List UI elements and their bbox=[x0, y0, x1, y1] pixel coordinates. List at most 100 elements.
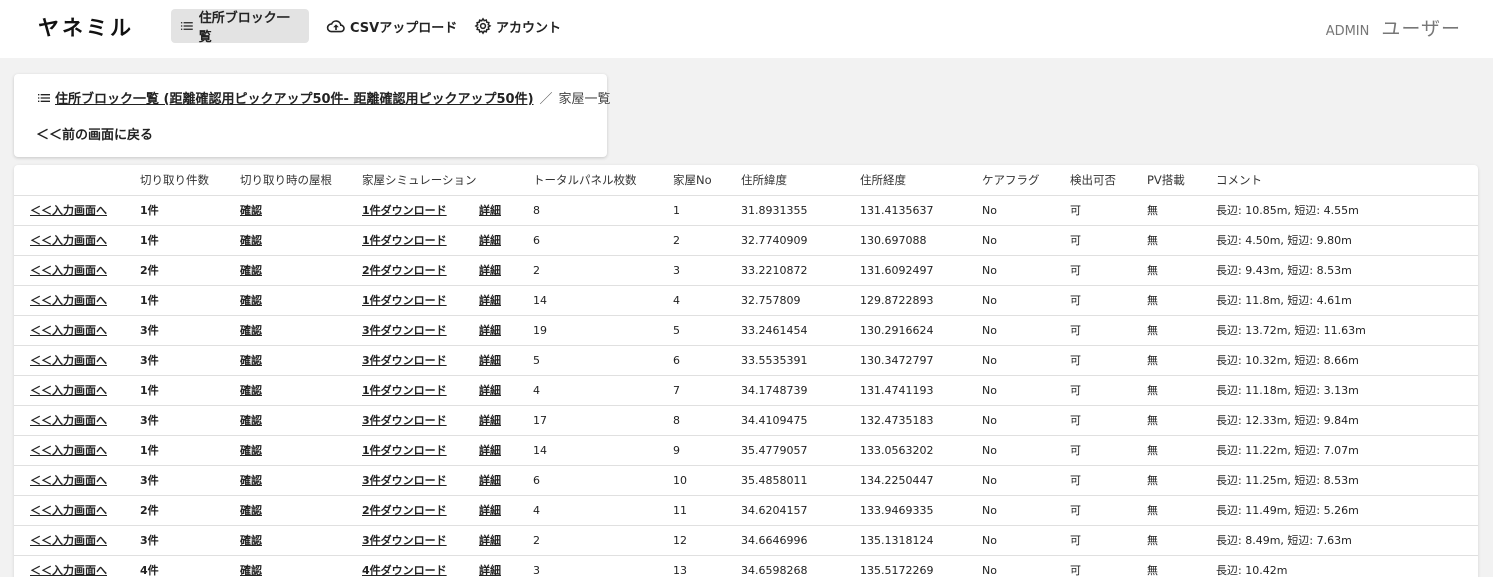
cut-count: 1件 bbox=[140, 234, 159, 247]
input-screen-link[interactable]: ＜＜入力画面へ bbox=[30, 264, 107, 277]
roof-confirm-link[interactable]: 確認 bbox=[240, 264, 262, 277]
download-link[interactable]: 1件ダウンロード bbox=[362, 234, 447, 247]
cell-detectable: 可 bbox=[1070, 285, 1147, 316]
cell-input-screen-link: ＜＜入力画面へ bbox=[14, 435, 140, 466]
care-flag: No bbox=[982, 473, 997, 487]
cell-house-no: 3 bbox=[673, 255, 741, 286]
table-row: ＜＜入力画面へ 3件 確認 3件ダウンロード 詳細 19 5 33.2461454 130.29… bbox=[14, 315, 1478, 346]
cell-latitude: 34.1748739 bbox=[741, 375, 860, 406]
detail-link[interactable]: 詳細 bbox=[479, 354, 501, 367]
cell-detectable: 可 bbox=[1070, 255, 1147, 286]
download-link[interactable]: 3件ダウンロード bbox=[362, 474, 447, 487]
detail-link[interactable]: 詳細 bbox=[479, 534, 501, 547]
detail-link[interactable]: 詳細 bbox=[479, 564, 501, 577]
house-no: 9 bbox=[673, 443, 680, 457]
download-link[interactable]: 3件ダウンロード bbox=[362, 534, 447, 547]
roof-confirm-link[interactable]: 確認 bbox=[240, 564, 262, 577]
detail-link[interactable]: 詳細 bbox=[479, 294, 501, 307]
comment: 長辺: 10.32m, 短辺: 8.66m bbox=[1216, 354, 1359, 367]
detail-link[interactable]: 詳細 bbox=[479, 264, 501, 277]
nav-account[interactable]: アカウント bbox=[466, 9, 569, 43]
detail-link[interactable]: 詳細 bbox=[479, 474, 501, 487]
cell-total-panels: 4 bbox=[533, 495, 673, 526]
longitude: 130.697088 bbox=[860, 233, 927, 247]
download-link[interactable]: 2件ダウンロード bbox=[362, 504, 447, 517]
download-link[interactable]: 1件ダウンロード bbox=[362, 204, 447, 217]
cell-longitude: 130.3472797 bbox=[860, 345, 982, 376]
cell-roof-confirm-link: 確認 bbox=[240, 255, 362, 286]
download-link[interactable]: 3件ダウンロード bbox=[362, 414, 447, 427]
cell-comment: 長辺: 10.85m, 短辺: 4.55m bbox=[1216, 195, 1478, 226]
download-link[interactable]: 1件ダウンロード bbox=[362, 294, 447, 307]
detail-link[interactable]: 詳細 bbox=[479, 414, 501, 427]
longitude: 135.5172269 bbox=[860, 563, 934, 577]
cell-input-screen-link: ＜＜入力画面へ bbox=[14, 525, 140, 556]
input-screen-link[interactable]: ＜＜入力画面へ bbox=[30, 564, 107, 577]
input-screen-link[interactable]: ＜＜入力画面へ bbox=[30, 474, 107, 487]
detail-link[interactable]: 詳細 bbox=[479, 324, 501, 337]
col-header-house-no: 家屋No bbox=[673, 165, 741, 196]
input-screen-link[interactable]: ＜＜入力画面へ bbox=[30, 234, 107, 247]
roof-confirm-link[interactable]: 確認 bbox=[240, 354, 262, 367]
roof-confirm-link[interactable]: 確認 bbox=[240, 534, 262, 547]
download-link[interactable]: 3件ダウンロード bbox=[362, 354, 447, 367]
cell-longitude: 133.9469335 bbox=[860, 495, 982, 526]
input-screen-link[interactable]: ＜＜入力画面へ bbox=[30, 444, 107, 457]
download-link[interactable]: 1件ダウンロード bbox=[362, 384, 447, 397]
roof-confirm-link[interactable]: 確認 bbox=[240, 474, 262, 487]
col-header-total-panels: トータルパネル枚数 bbox=[533, 165, 673, 196]
app-logo[interactable]: ヤネミル bbox=[38, 12, 134, 42]
detail-link[interactable]: 詳細 bbox=[479, 444, 501, 457]
longitude: 131.4741193 bbox=[860, 383, 934, 397]
nav-address-blocks[interactable]: 住所ブロック一覧 bbox=[171, 9, 309, 45]
cell-latitude: 33.2210872 bbox=[741, 255, 860, 286]
roof-confirm-link[interactable]: 確認 bbox=[240, 384, 262, 397]
detail-link[interactable]: 詳細 bbox=[479, 504, 501, 517]
download-link[interactable]: 1件ダウンロード bbox=[362, 444, 447, 457]
col-header-pv: PV搭載 bbox=[1147, 165, 1216, 196]
roof-confirm-link[interactable]: 確認 bbox=[240, 234, 262, 247]
cell-total-panels: 5 bbox=[533, 345, 673, 376]
input-screen-link[interactable]: ＜＜入力画面へ bbox=[30, 324, 107, 337]
cell-house-no: 12 bbox=[673, 525, 741, 556]
cell-comment: 長辺: 11.25m, 短辺: 8.53m bbox=[1216, 465, 1478, 496]
roof-confirm-link[interactable]: 確認 bbox=[240, 444, 262, 457]
download-link[interactable]: 4件ダウンロード bbox=[362, 564, 447, 577]
cell-care-flag: No bbox=[982, 195, 1070, 226]
input-screen-link[interactable]: ＜＜入力画面へ bbox=[30, 414, 107, 427]
input-screen-link[interactable]: ＜＜入力画面へ bbox=[30, 354, 107, 367]
download-link[interactable]: 2件ダウンロード bbox=[362, 264, 447, 277]
user-menu[interactable]: ADMIN ユーザー bbox=[1326, 14, 1461, 41]
longitude: 134.2250447 bbox=[860, 473, 934, 487]
cell-cut-count: 2件 bbox=[140, 255, 240, 286]
roof-confirm-link[interactable]: 確認 bbox=[240, 414, 262, 427]
cut-count: 2件 bbox=[140, 504, 159, 517]
cell-latitude: 34.6204157 bbox=[741, 495, 860, 526]
breadcrumb-link-address-blocks[interactable]: 住所ブロック一覧 (距離確認用ピックアップ50件- 距離確認用ピックアップ50件… bbox=[55, 88, 534, 107]
roof-confirm-link[interactable]: 確認 bbox=[240, 294, 262, 307]
roof-confirm-link[interactable]: 確認 bbox=[240, 324, 262, 337]
input-screen-link[interactable]: ＜＜入力画面へ bbox=[30, 384, 107, 397]
roof-confirm-link[interactable]: 確認 bbox=[240, 204, 262, 217]
cell-input-screen-link: ＜＜入力画面へ bbox=[14, 495, 140, 526]
input-screen-link[interactable]: ＜＜入力画面へ bbox=[30, 534, 107, 547]
list-icon bbox=[180, 22, 193, 30]
input-screen-link[interactable]: ＜＜入力画面へ bbox=[30, 204, 107, 217]
roof-confirm-link[interactable]: 確認 bbox=[240, 504, 262, 517]
cell-care-flag: No bbox=[982, 285, 1070, 316]
cell-latitude: 34.6598268 bbox=[741, 555, 860, 577]
care-flag: No bbox=[982, 263, 997, 277]
download-link[interactable]: 3件ダウンロード bbox=[362, 324, 447, 337]
house-no: 11 bbox=[673, 503, 687, 517]
nav-csv-upload[interactable]: CSVアップロード bbox=[318, 9, 465, 43]
latitude: 32.7740909 bbox=[741, 233, 808, 247]
detail-link[interactable]: 詳細 bbox=[479, 234, 501, 247]
input-screen-link[interactable]: ＜＜入力画面へ bbox=[30, 294, 107, 307]
detail-link[interactable]: 詳細 bbox=[479, 384, 501, 397]
latitude: 35.4858011 bbox=[741, 473, 808, 487]
cell-detectable: 可 bbox=[1070, 435, 1147, 466]
back-link[interactable]: ＜＜前の画面に戻る bbox=[36, 124, 153, 143]
comment: 長辺: 11.25m, 短辺: 8.53m bbox=[1216, 474, 1359, 487]
input-screen-link[interactable]: ＜＜入力画面へ bbox=[30, 504, 107, 517]
detail-link[interactable]: 詳細 bbox=[479, 204, 501, 217]
